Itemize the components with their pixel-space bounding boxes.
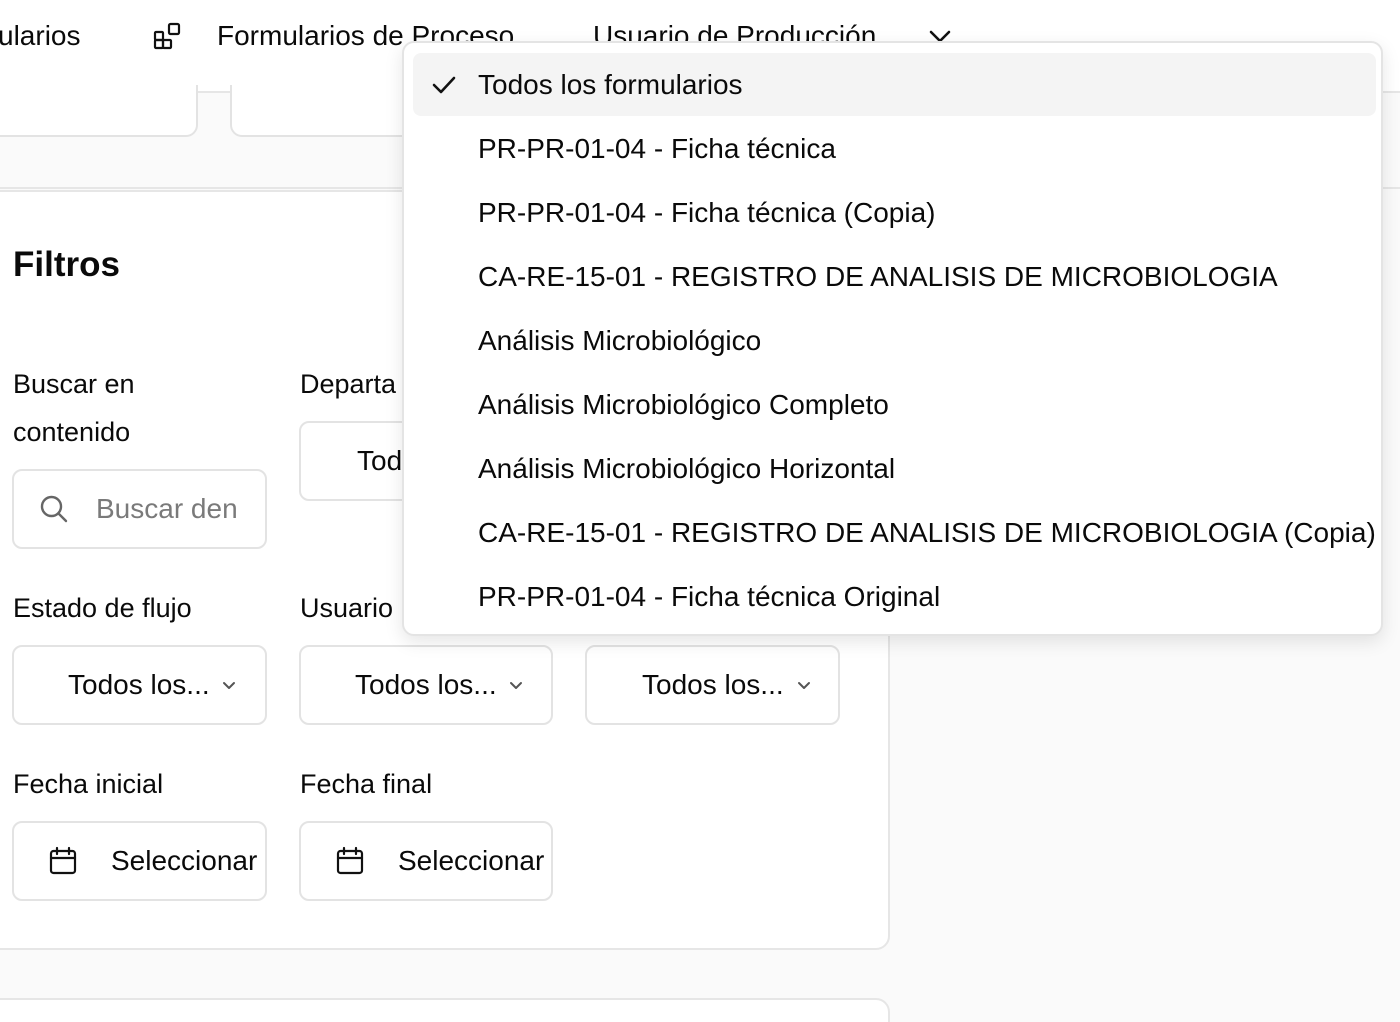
dropdown-option-label: PR-PR-01-04 - Ficha técnica (Copia) [478, 196, 936, 228]
search-label-line2: contenido [13, 417, 131, 447]
end-date-value: Seleccionar [398, 845, 545, 876]
flow-state-value: Todos los... [68, 669, 210, 700]
search-input[interactable]: Buscar den [12, 469, 267, 549]
dropdown-option-label: Análisis Microbiológico [478, 324, 762, 356]
search-placeholder: Buscar den [96, 493, 238, 524]
third-filter-value: Todos los... [642, 669, 784, 700]
dropdown-option-label: CA-RE-15-01 - REGISTRO DE ANALISIS DE MI… [478, 260, 1278, 292]
check-icon [432, 76, 456, 94]
flow-state-select[interactable]: Todos los... [12, 645, 267, 725]
dropdown-option-label: PR-PR-01-04 - Ficha técnica Original [478, 580, 941, 612]
department-label: Departa [300, 369, 397, 399]
dropdown-option-label: Todos los formularios [478, 68, 743, 100]
dropdown-option[interactable]: Análisis Microbiológico Completo [413, 373, 1376, 436]
user-label: Usuario [300, 593, 394, 623]
dropdown-option[interactable]: Análisis Microbiológico Horizontal [413, 437, 1376, 500]
flow-state-label: Estado de flujo [13, 593, 192, 623]
end-date-label: Fecha final [300, 769, 433, 799]
dropdown-option-label: Análisis Microbiológico Horizontal [478, 452, 896, 484]
dropdown-option[interactable]: CA-RE-15-01 - REGISTRO DE ANALISIS DE MI… [413, 245, 1376, 308]
start-date-picker[interactable]: Seleccionar [12, 821, 267, 901]
dropdown-option[interactable]: PR-PR-01-04 - Ficha técnica [413, 117, 1376, 180]
end-date-picker[interactable]: Seleccionar [299, 821, 553, 901]
nav-item-forms-partial[interactable]: ularios [0, 20, 80, 52]
partial-input[interactable] [230, 85, 430, 137]
dropdown-option-label: PR-PR-01-04 - Ficha técnica [478, 132, 836, 164]
dropdown-option-label: Análisis Microbiológico Completo [478, 388, 889, 420]
dropdown-option[interactable]: PR-PR-01-04 - Ficha técnica (Copia) [413, 181, 1376, 244]
dropdown-option[interactable]: PR-PR-01-04 - Ficha técnica Original [413, 565, 1376, 628]
department-select-value: Tod [357, 445, 403, 476]
dropdown-option[interactable]: Análisis Microbiológico [413, 309, 1376, 372]
partial-input[interactable] [0, 85, 198, 137]
start-date-label: Fecha inicial [13, 769, 164, 799]
start-date-value: Seleccionar [111, 845, 258, 876]
calendar-icon [336, 846, 364, 875]
dropdown-option[interactable]: Todos los formularios [413, 53, 1376, 116]
forms-dropdown-menu: Todos los formularios PR-PR-01-04 - Fich… [402, 41, 1383, 636]
dropdown-option[interactable]: CA-RE-15-01 - REGISTRO DE ANALISIS DE MI… [413, 501, 1376, 564]
dropdown-option-label: CA-RE-15-01 - REGISTRO DE ANALISIS DE MI… [478, 516, 1376, 548]
search-icon [40, 495, 68, 523]
chevron-down-icon [223, 682, 235, 689]
third-filter-select[interactable]: Todos los... [585, 645, 840, 725]
chevron-down-icon [510, 682, 522, 689]
user-select[interactable]: Todos los... [299, 645, 553, 725]
forms-grid-icon [153, 22, 181, 50]
search-label-line1: Buscar en [13, 369, 135, 399]
calendar-icon [49, 846, 77, 875]
results-card [0, 998, 890, 1022]
user-select-value: Todos los... [355, 669, 497, 700]
chevron-down-icon [798, 682, 810, 689]
filters-title: Filtros [13, 245, 120, 284]
